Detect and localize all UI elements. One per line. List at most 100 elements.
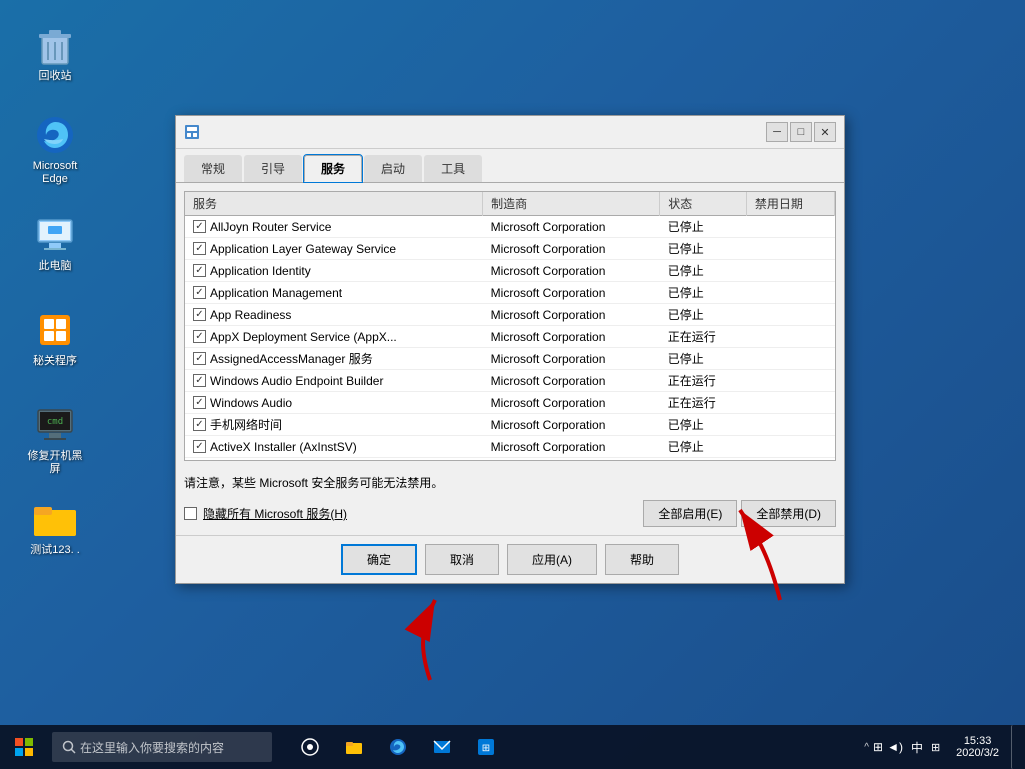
service-status: 已停止: [660, 458, 747, 462]
service-vendor: Microsoft Corporation: [483, 370, 660, 392]
service-checkbox[interactable]: [193, 264, 206, 277]
service-name: ActiveX Installer (AxInstSV): [210, 440, 357, 454]
clock-date: 2020/3/2: [956, 747, 999, 759]
search-placeholder: 在这里输入你要搜索的内容: [80, 739, 224, 756]
system-tray: ^ ⊞ ◄) 中 ⊞: [856, 739, 948, 756]
service-name-cell: Windows Audio: [185, 392, 483, 414]
desktop-icon-mypc[interactable]: 此电脑: [20, 210, 90, 277]
table-row: AssignedAccessManager 服务 Microsoft Corpo…: [185, 348, 835, 370]
tab-startup[interactable]: 启动: [364, 155, 422, 182]
fix-label: 修复开机黑屏: [24, 450, 86, 476]
tab-tools[interactable]: 工具: [424, 155, 482, 182]
taskbar-search[interactable]: 在这里输入你要搜索的内容: [52, 732, 272, 762]
service-status: 已停止: [660, 238, 747, 260]
desktop-icon-edge[interactable]: Microsoft Edge: [20, 110, 90, 190]
table-row: Application Identity Microsoft Corporati…: [185, 260, 835, 282]
recycle-bin-label: 回收站: [39, 70, 72, 83]
col-status: 状态: [660, 192, 747, 216]
ok-button[interactable]: 确定: [341, 544, 417, 575]
show-desktop-button[interactable]: [1011, 725, 1017, 769]
service-vendor: Microsoft Corporation: [483, 326, 660, 348]
start-button[interactable]: [0, 725, 48, 769]
service-checkbox[interactable]: [193, 308, 206, 321]
service-disabled: [746, 238, 834, 260]
service-checkbox[interactable]: [193, 374, 206, 387]
mail-taskbar-icon: [433, 738, 451, 756]
service-checkbox[interactable]: [193, 396, 206, 409]
table-row: ActiveX Installer (AxInstSV) Microsoft C…: [185, 436, 835, 458]
services-table: 服务 制造商 状态 禁用日期 AllJoyn Router Service Mi…: [185, 192, 835, 461]
service-vendor: Microsoft Corporation: [483, 348, 660, 370]
table-row: BitLocker Drive Encryption Service Micro…: [185, 458, 835, 462]
desktop-icon-folder[interactable]: 测试123. .: [20, 498, 90, 561]
service-status: 已停止: [660, 260, 747, 282]
close-button[interactable]: ✕: [814, 122, 836, 142]
service-name-cell: AllJoyn Router Service: [185, 216, 483, 238]
desktop-icon-app[interactable]: 秘关程序: [20, 305, 90, 372]
disable-all-button[interactable]: 全部禁用(D): [741, 500, 836, 527]
service-status: 正在运行: [660, 370, 747, 392]
svg-text:⊞: ⊞: [482, 743, 490, 754]
tab-services[interactable]: 服务: [304, 155, 362, 182]
tray-ime-label: 中: [907, 739, 927, 756]
service-disabled: [746, 216, 834, 238]
hide-ms-checkbox[interactable]: [184, 507, 197, 520]
edge-taskbar-button[interactable]: [380, 729, 416, 765]
svg-text:cmd: cmd: [47, 417, 63, 427]
table-row: 手机网络时间 Microsoft Corporation 已停止: [185, 414, 835, 436]
task-view-icon: [301, 738, 319, 756]
taskbar: 在这里输入你要搜索的内容: [0, 725, 1025, 769]
tab-boot[interactable]: 引导: [244, 155, 302, 182]
clock[interactable]: 15:33 2020/3/2: [948, 735, 1007, 759]
confirm-row: 确定 取消 应用(A) 帮助: [176, 535, 844, 583]
apply-button[interactable]: 应用(A): [507, 544, 597, 575]
minimize-button[interactable]: ─: [766, 122, 788, 142]
tray-volume-icon: ◄): [887, 740, 903, 754]
services-table-wrapper[interactable]: 服务 制造商 状态 禁用日期 AllJoyn Router Service Mi…: [184, 191, 836, 461]
service-name: Application Management: [210, 286, 342, 300]
service-name: Application Identity: [210, 264, 311, 278]
service-name: Windows Audio Endpoint Builder: [210, 374, 383, 388]
maximize-button[interactable]: □: [790, 122, 812, 142]
services-container: 服务 制造商 状态 禁用日期 AllJoyn Router Service Mi…: [176, 183, 844, 469]
tray-chevron[interactable]: ^: [864, 742, 869, 753]
col-service: 服务: [185, 192, 483, 216]
notice-text: 请注意，某些 Microsoft 安全服务可能无法禁用。: [176, 469, 844, 496]
help-button[interactable]: 帮助: [605, 544, 679, 575]
taskbar-center: ⊞: [292, 729, 504, 765]
table-row: Windows Audio Endpoint Builder Microsoft…: [185, 370, 835, 392]
desktop-icon-fix[interactable]: cmd 修复开机黑屏: [20, 400, 90, 480]
store-taskbar-button[interactable]: ⊞: [468, 729, 504, 765]
hide-ms-services: 隐藏所有 Microsoft 服务(H): [184, 505, 347, 522]
service-checkbox[interactable]: [193, 286, 206, 299]
clock-time: 15:33: [964, 735, 992, 747]
service-vendor: Microsoft Corporation: [483, 436, 660, 458]
service-checkbox[interactable]: [193, 440, 206, 453]
mail-taskbar-button[interactable]: [424, 729, 460, 765]
desktop-icon-recycle[interactable]: 回收站: [20, 20, 90, 87]
service-checkbox[interactable]: [193, 242, 206, 255]
service-disabled: [746, 326, 834, 348]
table-row: AllJoyn Router Service Microsoft Corpora…: [185, 216, 835, 238]
service-vendor: Microsoft Corporation: [483, 238, 660, 260]
service-vendor: Microsoft Corporation: [483, 282, 660, 304]
service-checkbox[interactable]: [193, 330, 206, 343]
folder-icon: [34, 502, 76, 540]
search-icon: [62, 740, 76, 754]
system-config-dialog: ─ □ ✕ 常规 引导 服务 启动 工具 服务 制造商 状态 禁用日期: [175, 115, 845, 584]
service-checkbox[interactable]: [193, 352, 206, 365]
service-disabled: [746, 282, 834, 304]
service-checkbox[interactable]: [193, 220, 206, 233]
enable-all-button[interactable]: 全部启用(E): [643, 500, 737, 527]
edge-icon: [34, 114, 76, 156]
cancel-button[interactable]: 取消: [425, 544, 499, 575]
service-checkbox[interactable]: [193, 418, 206, 431]
tab-general[interactable]: 常规: [184, 155, 242, 182]
table-row: Windows Audio Microsoft Corporation 正在运行: [185, 392, 835, 414]
service-disabled: [746, 392, 834, 414]
service-vendor: Microsoft Corporation: [483, 458, 660, 462]
service-name: App Readiness: [210, 308, 291, 322]
action-buttons: 全部启用(E) 全部禁用(D): [643, 500, 836, 527]
file-explorer-button[interactable]: [336, 729, 372, 765]
task-view-button[interactable]: [292, 729, 328, 765]
